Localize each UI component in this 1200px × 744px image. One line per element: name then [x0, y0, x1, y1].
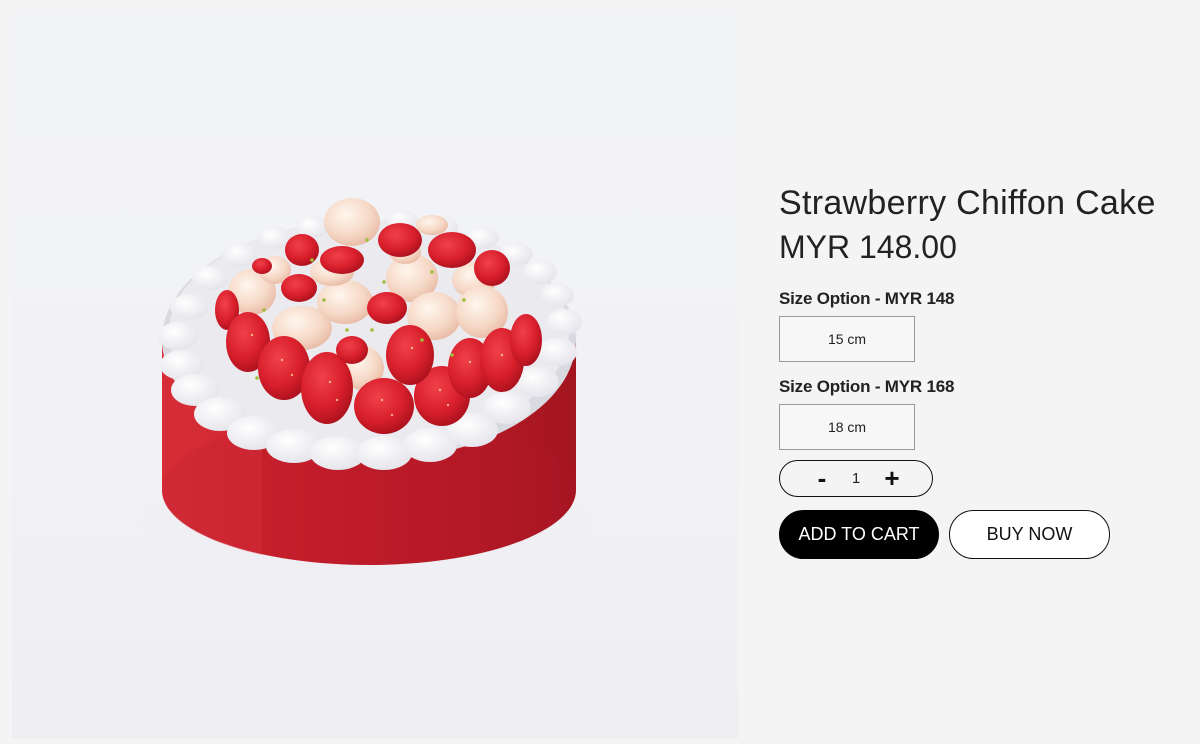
product-price: MYR 148.00 — [779, 229, 957, 265]
product-image — [12, 10, 738, 738]
quantity-value[interactable]: 1 — [841, 461, 871, 496]
quantity-stepper: - 1 + — [779, 460, 933, 497]
quantity-increase-button[interactable]: + — [874, 461, 910, 496]
quantity-decrease-button[interactable]: - — [805, 461, 839, 496]
add-to-cart-button[interactable]: ADD TO CART — [779, 510, 939, 559]
size-option-label-148: Size Option - MYR 148 — [779, 289, 955, 308]
product-title: Strawberry Chiffon Cake — [779, 184, 1156, 222]
size-option-18cm[interactable]: 18 cm — [779, 404, 915, 450]
size-option-15cm[interactable]: 15 cm — [779, 316, 915, 362]
cake-illustration — [137, 198, 597, 575]
size-option-label-168: Size Option - MYR 168 — [779, 377, 955, 396]
buy-now-button[interactable]: BUY NOW — [949, 510, 1110, 559]
